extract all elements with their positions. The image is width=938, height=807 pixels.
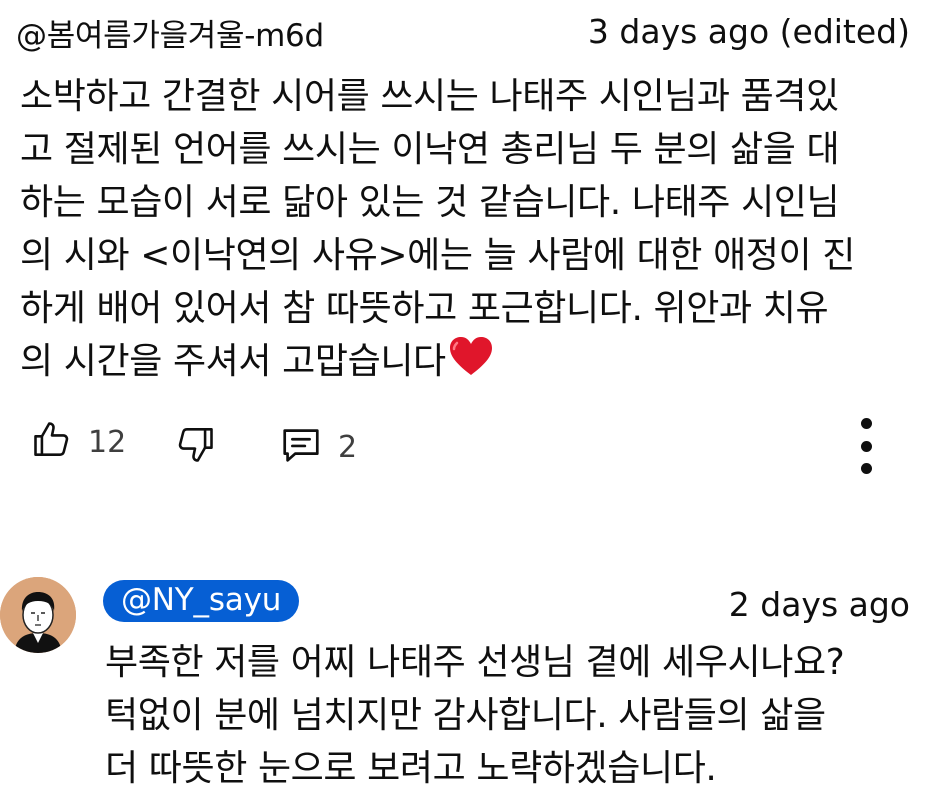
comment-text: 소박하고 간결한 시어를 쓰시는 나태주 시인님과 품격있 고 절제된 언어를 …: [20, 76, 855, 382]
reply-timestamp[interactable]: 2 days ago: [729, 585, 910, 624]
more-vertical-icon[interactable]: [854, 418, 878, 474]
reply-author-handle[interactable]: @NY_sayu: [103, 580, 300, 622]
avatar[interactable]: [0, 577, 76, 653]
reply-button[interactable]: 2: [278, 422, 357, 472]
comment-body: 소박하고 간결한 시어를 쓰시는 나태주 시인님과 품격있 고 절제된 언어를 …: [20, 70, 925, 392]
comment-actions: 12 2: [0, 418, 938, 474]
comment-timestamp[interactable]: 3 days ago (edited): [588, 12, 910, 51]
thumbs-up-icon: [30, 418, 74, 466]
dislike-button[interactable]: [173, 422, 217, 470]
comment-author-handle[interactable]: @봄여름가을겨울-m6d: [16, 10, 324, 55]
thumbs-down-icon: [173, 422, 217, 470]
like-count: 12: [88, 424, 127, 460]
reply-body: 부족한 저를 어찌 나태주 선생님 곁에 세우시나요? 턱없이 분에 넘치지만 …: [105, 642, 845, 789]
comment-icon: [278, 422, 324, 472]
like-button[interactable]: 12: [30, 418, 126, 466]
reply-count: 2: [338, 429, 358, 465]
heart-icon: [448, 335, 494, 392]
